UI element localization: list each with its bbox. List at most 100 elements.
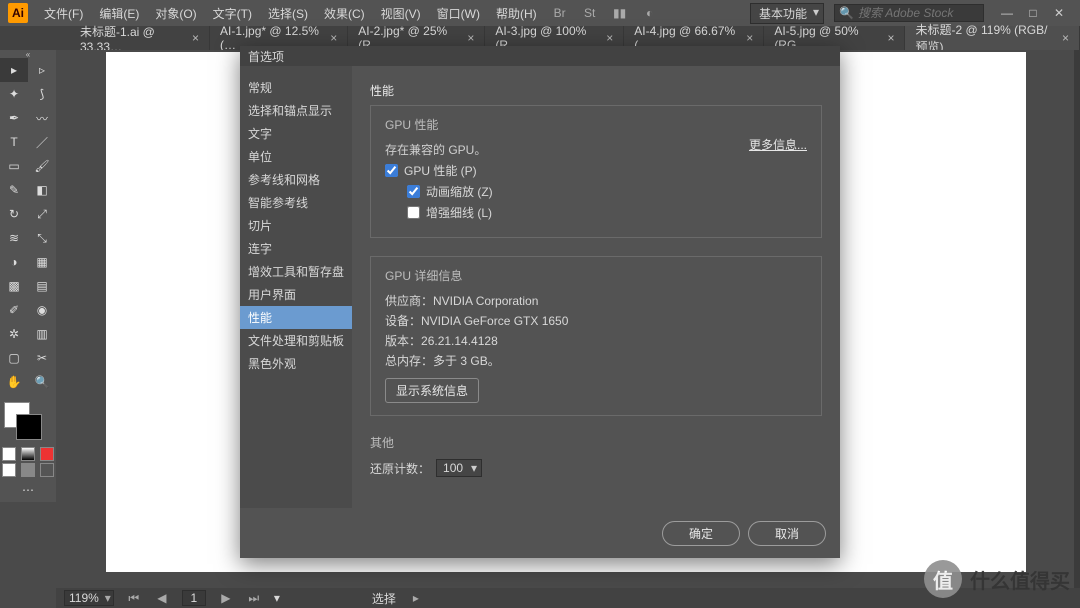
more-info-link[interactable]: 更多信息... bbox=[749, 136, 807, 153]
close-icon[interactable]: × bbox=[746, 31, 753, 45]
menu-select[interactable]: 选择(S) bbox=[262, 3, 314, 24]
slice-tool[interactable]: ✂ bbox=[28, 346, 56, 370]
cancel-button[interactable]: 取消 bbox=[748, 521, 826, 546]
window-maximize-button[interactable]: □ bbox=[1020, 3, 1046, 23]
lasso-tool[interactable]: ⟆ bbox=[28, 82, 56, 106]
gpu-perf-checkbox[interactable] bbox=[385, 164, 398, 177]
tools-collapse[interactable]: « bbox=[0, 50, 56, 58]
selection-tool[interactable]: ▸ bbox=[0, 58, 28, 82]
close-icon[interactable]: × bbox=[467, 31, 474, 45]
undo-count-select[interactable]: 100 bbox=[436, 459, 482, 477]
menu-window[interactable]: 窗口(W) bbox=[431, 3, 486, 24]
arrange-icon[interactable]: ▮▮ bbox=[611, 4, 629, 22]
next-artboard-button[interactable]: ▶ bbox=[218, 591, 234, 605]
prefs-cat-smartguides[interactable]: 智能参考线 bbox=[240, 191, 352, 214]
animated-zoom-checkbox-row[interactable]: 动画缩放 (Z) bbox=[407, 183, 807, 200]
curvature-tool[interactable]: 〰 bbox=[28, 106, 56, 130]
prev-artboard-button[interactable]: ◀ bbox=[154, 591, 170, 605]
close-icon[interactable]: × bbox=[887, 31, 894, 45]
color-swatches[interactable] bbox=[0, 398, 56, 446]
prefs-cat-units[interactable]: 单位 bbox=[240, 145, 352, 168]
menu-view[interactable]: 视图(V) bbox=[375, 3, 427, 24]
mesh-tool[interactable]: ▩ bbox=[0, 274, 28, 298]
prefs-cat-plugins[interactable]: 增效工具和暂存盘 bbox=[240, 260, 352, 283]
doc-tab[interactable]: 未标题-2 @ 119% (RGB/预览)× bbox=[905, 26, 1080, 50]
eyedropper-tool[interactable]: ✐ bbox=[0, 298, 28, 322]
doc-tab[interactable]: 未标题-1.ai @ 33.33…× bbox=[70, 26, 210, 50]
prefs-cat-ui[interactable]: 用户界面 bbox=[240, 283, 352, 306]
menu-effect[interactable]: 效果(C) bbox=[318, 3, 371, 24]
paintbrush-tool[interactable]: 🖌 bbox=[28, 154, 56, 178]
menu-edit[interactable]: 编辑(E) bbox=[93, 3, 145, 24]
close-icon[interactable]: × bbox=[1062, 31, 1069, 45]
menu-file[interactable]: 文件(F) bbox=[38, 3, 89, 24]
prefs-cat-filehandling[interactable]: 文件处理和剪贴板 bbox=[240, 329, 352, 352]
eraser-tool[interactable]: ◧ bbox=[28, 178, 56, 202]
stock-search-input[interactable] bbox=[858, 6, 978, 20]
draw-behind[interactable] bbox=[21, 463, 35, 477]
none-mode[interactable] bbox=[40, 447, 54, 461]
line-tool[interactable]: ／ bbox=[28, 130, 56, 154]
prefs-cat-selection[interactable]: 选择和锚点显示 bbox=[240, 99, 352, 122]
draw-inside[interactable] bbox=[40, 463, 54, 477]
stock-icon[interactable]: St bbox=[581, 4, 599, 22]
symbol-sprayer-tool[interactable]: ✲ bbox=[0, 322, 28, 346]
close-icon[interactable]: × bbox=[606, 31, 613, 45]
prefs-cat-performance[interactable]: 性能 bbox=[240, 306, 352, 329]
workspace-switcher[interactable]: 基本功能 bbox=[750, 3, 824, 24]
zoom-level-select[interactable]: 119% bbox=[64, 590, 114, 606]
magic-wand-tool[interactable]: ✦ bbox=[0, 82, 28, 106]
stroke-color[interactable] bbox=[16, 414, 42, 440]
zoom-tool[interactable]: 🔍 bbox=[28, 370, 56, 394]
column-graph-tool[interactable]: ▥ bbox=[28, 322, 56, 346]
draw-normal[interactable] bbox=[2, 463, 16, 477]
menu-object[interactable]: 对象(O) bbox=[149, 3, 202, 24]
blend-tool[interactable]: ◉ bbox=[28, 298, 56, 322]
pen-tool[interactable]: ✒ bbox=[0, 106, 28, 130]
rectangle-tool[interactable]: ▭ bbox=[0, 154, 28, 178]
close-icon[interactable]: × bbox=[330, 31, 337, 45]
right-panel-dock[interactable] bbox=[1074, 50, 1080, 588]
menu-type[interactable]: 文字(T) bbox=[207, 3, 258, 24]
free-transform-tool[interactable]: ⤡ bbox=[28, 226, 56, 250]
gpu-icon[interactable]: ◐ bbox=[641, 4, 659, 22]
artboard-nav-dropdown[interactable]: ▾ bbox=[274, 591, 280, 605]
ok-button[interactable]: 确定 bbox=[662, 521, 740, 546]
artboard-tool[interactable]: ▢ bbox=[0, 346, 28, 370]
rotate-tool[interactable]: ↻ bbox=[0, 202, 28, 226]
menu-help[interactable]: 帮助(H) bbox=[490, 3, 543, 24]
enhance-thin-checkbox-row[interactable]: 增强细线 (L) bbox=[407, 204, 807, 221]
enhance-thin-checkbox[interactable] bbox=[407, 206, 420, 219]
gpu-perf-checkbox-row[interactable]: GPU 性能 (P) bbox=[385, 162, 807, 179]
prefs-cat-slices[interactable]: 切片 bbox=[240, 214, 352, 237]
shape-builder-tool[interactable]: ◑ bbox=[0, 250, 28, 274]
close-icon[interactable]: × bbox=[192, 31, 199, 45]
prefs-cat-hyphenation[interactable]: 连字 bbox=[240, 237, 352, 260]
last-artboard-button[interactable]: ⏭ bbox=[246, 591, 262, 606]
prefs-cat-guides[interactable]: 参考线和网格 bbox=[240, 168, 352, 191]
scale-tool[interactable]: ⤢ bbox=[28, 202, 56, 226]
color-mode[interactable] bbox=[2, 447, 16, 461]
window-minimize-button[interactable]: — bbox=[994, 3, 1020, 23]
width-tool[interactable]: ≋ bbox=[0, 226, 28, 250]
animated-zoom-checkbox[interactable] bbox=[407, 185, 420, 198]
show-system-info-button[interactable]: 显示系统信息 bbox=[385, 378, 479, 403]
hand-tool[interactable]: ✋ bbox=[0, 370, 28, 394]
prefs-cat-general[interactable]: 常规 bbox=[240, 76, 352, 99]
dialog-title-bar[interactable]: 首选项 bbox=[240, 46, 840, 66]
first-artboard-button[interactable]: ⏮ bbox=[126, 591, 142, 606]
stock-search[interactable]: 🔍 bbox=[834, 4, 984, 22]
prefs-cat-black[interactable]: 黑色外观 bbox=[240, 352, 352, 375]
shaper-tool[interactable]: ✎ bbox=[0, 178, 28, 202]
bridge-icon[interactable]: Br bbox=[551, 4, 569, 22]
edit-toolbar-button[interactable]: ⋯ bbox=[0, 478, 56, 502]
perspective-tool[interactable]: ▦ bbox=[28, 250, 56, 274]
prefs-cat-type[interactable]: 文字 bbox=[240, 122, 352, 145]
window-close-button[interactable]: ✕ bbox=[1046, 3, 1072, 23]
direct-selection-tool[interactable]: ▹ bbox=[28, 58, 56, 82]
type-tool[interactable]: T bbox=[0, 130, 28, 154]
artboard-number-input[interactable] bbox=[182, 590, 206, 606]
gradient-tool[interactable]: ▤ bbox=[28, 274, 56, 298]
gradient-mode[interactable] bbox=[21, 447, 35, 461]
status-menu-button[interactable]: ▸ bbox=[408, 591, 424, 605]
